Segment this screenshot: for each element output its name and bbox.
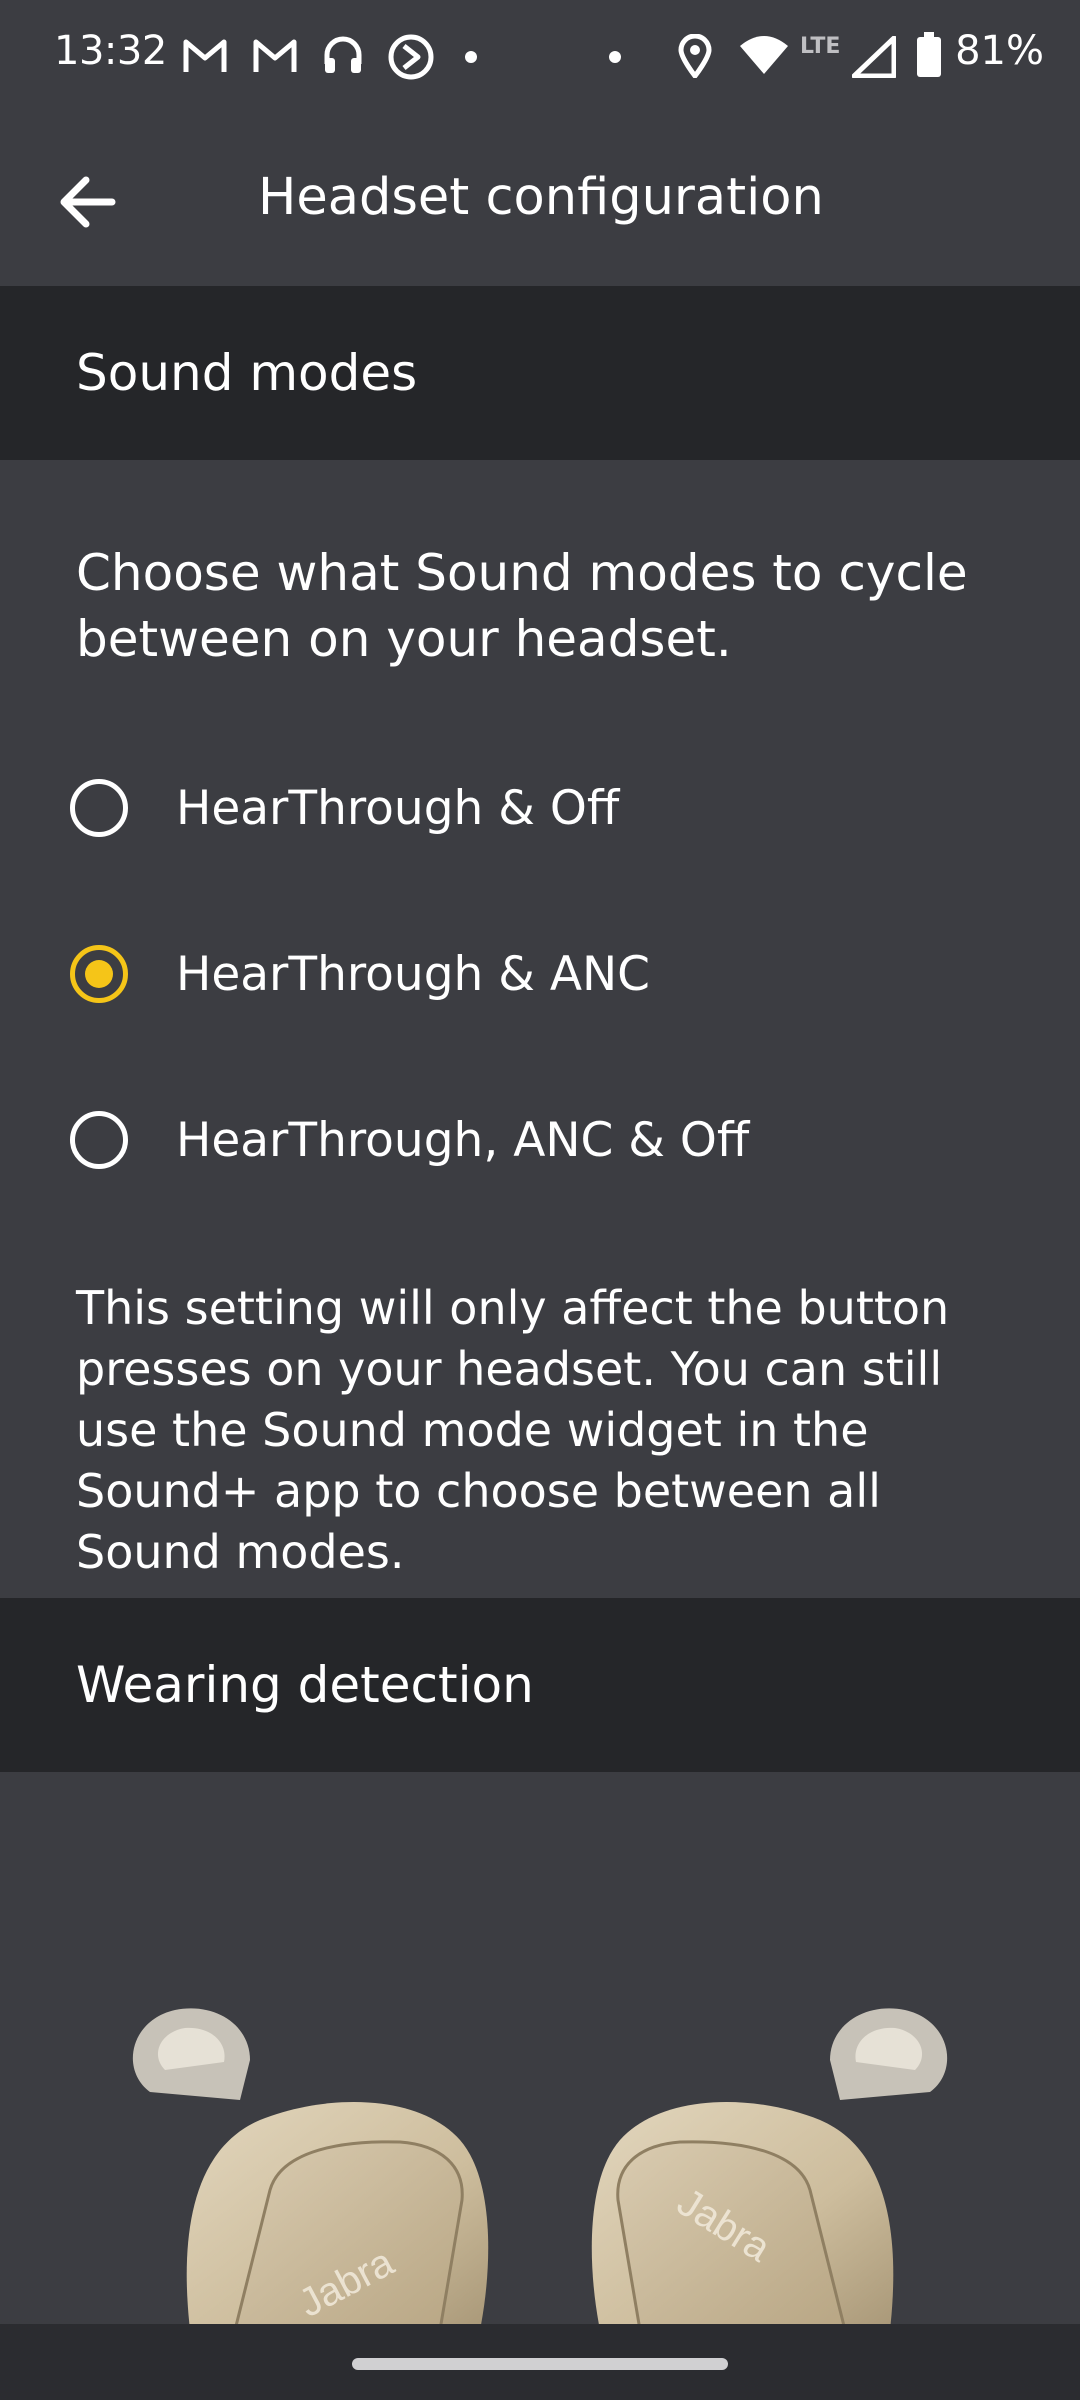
sync-icon xyxy=(388,34,434,80)
arrow-back-icon xyxy=(60,176,116,228)
radio-button-unselected[interactable] xyxy=(70,779,128,837)
section-header-sound-modes: Sound modes xyxy=(0,286,1080,460)
network-type-label: LTE xyxy=(800,34,841,59)
dot-icon xyxy=(609,51,621,63)
gmail-icon xyxy=(183,39,227,72)
home-gesture-handle[interactable] xyxy=(352,2358,728,2370)
wifi-icon xyxy=(740,36,788,74)
radio-label: HearThrough & ANC xyxy=(176,947,650,1002)
battery-icon xyxy=(917,32,941,77)
sound-modes-note: This setting will only affect the button… xyxy=(76,1281,950,1579)
radio-label: HearThrough, ANC & Off xyxy=(176,1113,750,1168)
section-title: Sound modes xyxy=(76,344,418,402)
radio-button-selected[interactable] xyxy=(70,945,128,1003)
radio-option-hearthrough-anc-off[interactable]: HearThrough, ANC & Off xyxy=(0,1078,1080,1208)
sound-modes-description: Choose what Sound modes to cycle between… xyxy=(76,544,968,668)
section-header-wearing-detection: Wearing detection xyxy=(0,1598,1080,1772)
radio-option-hearthrough-off[interactable]: HearThrough & Off xyxy=(0,746,1080,876)
status-bar: 13:32 LTE 81% xyxy=(0,0,1080,116)
navigation-bar xyxy=(0,2324,1080,2400)
section-title: Wearing detection xyxy=(76,1656,534,1714)
radio-selected-dot xyxy=(85,960,113,988)
dot-icon xyxy=(465,51,477,63)
radio-label: HearThrough & Off xyxy=(176,781,620,836)
location-icon xyxy=(678,34,712,78)
right-earbud: Jabra xyxy=(591,2008,948,2324)
status-time: 13:32 xyxy=(54,28,167,74)
signal-icon xyxy=(852,36,896,78)
radio-option-hearthrough-anc[interactable]: HearThrough & ANC xyxy=(0,912,1080,1042)
screen: 13:32 LTE 81% Headset configuration Soun… xyxy=(0,0,1080,2400)
earbuds-image: Jabra Jabra xyxy=(132,2008,948,2324)
app-bar: Headset configuration xyxy=(0,116,1080,286)
page-title: Headset configuration xyxy=(258,168,824,227)
radio-button-unselected[interactable] xyxy=(70,1111,128,1169)
headphones-icon xyxy=(324,36,362,73)
back-button[interactable] xyxy=(40,154,136,250)
left-earbud: Jabra xyxy=(132,2008,489,2324)
gmail-icon xyxy=(253,39,297,72)
battery-percentage: 81% xyxy=(955,28,1044,74)
